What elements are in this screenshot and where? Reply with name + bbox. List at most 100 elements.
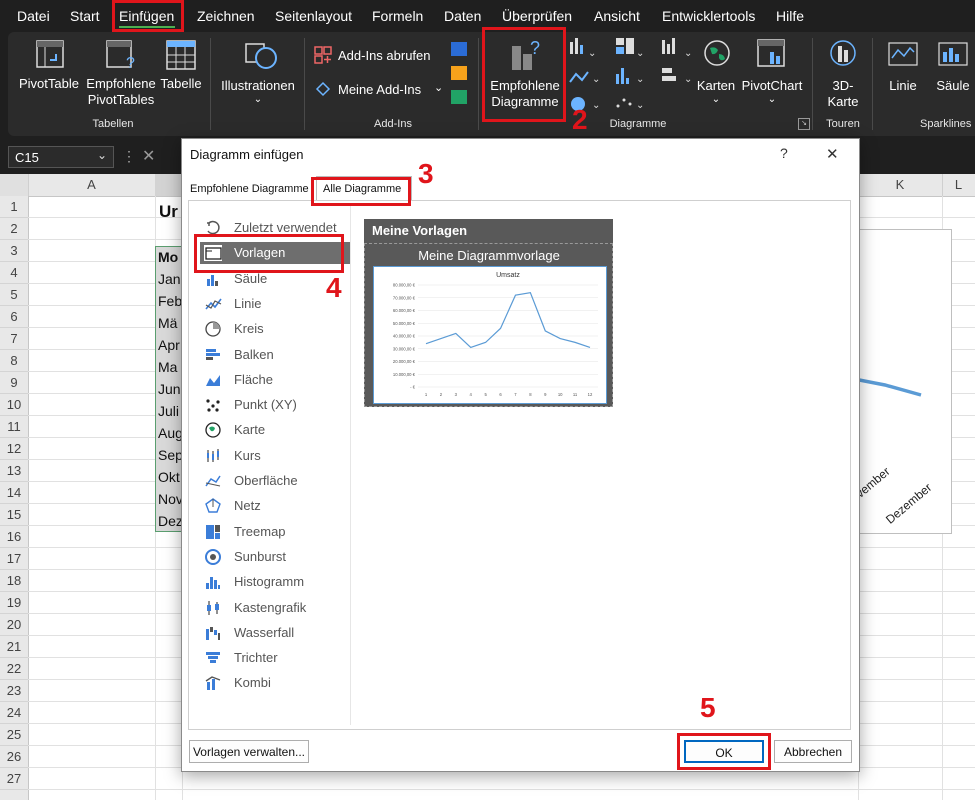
pivotchart-button[interactable]: PivotChart ⌄ <box>740 38 804 114</box>
chart-type-item[interactable]: Karte <box>200 419 350 441</box>
chart-type-item[interactable]: Histogramm <box>200 571 350 593</box>
name-box[interactable]: C15 ⌄ <box>8 146 114 168</box>
row-header[interactable]: 10 <box>0 394 28 416</box>
row-header[interactable]: 21 <box>0 636 28 658</box>
data-cell[interactable]: Apr <box>158 337 182 353</box>
row-header[interactable]: 15 <box>0 504 28 526</box>
data-cell[interactable]: Aug <box>158 425 182 441</box>
get-addins-label: Add-Ins abrufen <box>338 48 431 63</box>
row-header[interactable]: 5 <box>0 284 28 306</box>
data-cell[interactable]: Mä <box>158 315 182 331</box>
data-range[interactable]: Mo Jan Feb Mä Apr Ma Jun Juli Aug Sep Okt Nov Dez <box>155 246 182 532</box>
tab-recommended-charts[interactable]: Empfohlene Diagramme <box>190 183 309 195</box>
row-header[interactable]: 12 <box>0 438 28 460</box>
row-header[interactable]: 23 <box>0 680 28 702</box>
table-button[interactable]: Tabelle <box>156 38 206 108</box>
row-header[interactable]: 27 <box>0 768 28 790</box>
row-header[interactable]: 3 <box>0 240 28 262</box>
data-cell[interactable]: Jan <box>158 271 182 287</box>
column-header-a[interactable]: A <box>28 174 156 196</box>
data-cell[interactable]: Juli <box>158 403 182 419</box>
row-header[interactable]: 4 <box>0 262 28 284</box>
data-cell[interactable]: Sep <box>158 447 182 463</box>
row-header[interactable]: 13 <box>0 460 28 482</box>
data-cell[interactable]: Jun <box>158 381 182 397</box>
row-header[interactable]: 6 <box>0 306 28 328</box>
menu-ansicht[interactable]: Ansicht <box>594 0 640 32</box>
chart-type-item[interactable]: Balken <box>200 344 350 366</box>
row-header[interactable]: 19 <box>0 592 28 614</box>
chart-type-buttons[interactable]: ⌄ ⌄ ⌄ ⌄ ⌄ ⌄ ⌄ ⌄ <box>566 36 696 112</box>
row-header[interactable]: 22 <box>0 658 28 680</box>
maps-button[interactable]: Karten ⌄ <box>694 38 738 114</box>
illustrations-button[interactable]: Illustrationen ⌄ <box>216 38 300 108</box>
help-button[interactable]: ? <box>780 145 788 161</box>
row-header[interactable]: 16 <box>0 526 28 548</box>
chart-type-item[interactable]: Sunburst <box>200 546 350 568</box>
select-all-corner[interactable] <box>0 174 29 196</box>
row-header[interactable]: 1 <box>0 196 28 218</box>
row-header[interactable]: 11 <box>0 416 28 438</box>
menu-hilfe[interactable]: Hilfe <box>776 0 804 32</box>
row-header[interactable]: 20 <box>0 614 28 636</box>
data-cell[interactable]: Ma <box>158 359 182 375</box>
chart-type-item[interactable]: Netz <box>200 495 350 517</box>
dialog-launcher-icon[interactable]: ↘ <box>798 118 810 130</box>
chart-type-label: Trichter <box>234 650 278 666</box>
chart-type-item[interactable]: Wasserfall <box>200 622 350 644</box>
template-thumbnail[interactable]: Meine Diagrammvorlage Umsatz 80.000,00 € 7… <box>364 243 613 407</box>
column-header-k[interactable]: K <box>858 174 943 196</box>
chart-type-item[interactable]: Punkt (XY) <box>200 394 350 416</box>
annotation-box-5 <box>677 733 771 770</box>
sparkline-line-button[interactable]: Linie <box>878 38 928 114</box>
row-header[interactable]: 14 <box>0 482 28 504</box>
column-header-l[interactable]: L <box>942 174 975 196</box>
row-header[interactable]: 17 <box>0 548 28 570</box>
menu-entwicklertools[interactable]: Entwicklertools <box>662 0 755 32</box>
cancel-button[interactable]: Abbrechen <box>774 740 852 763</box>
chart-type-item[interactable]: Treemap <box>200 521 350 543</box>
row-header[interactable]: 8 <box>0 350 28 372</box>
sparkline-column-button[interactable]: Säule <box>928 38 975 114</box>
row-header[interactable]: 24 <box>0 702 28 724</box>
manage-templates-button[interactable]: Vorlagen verwalten... <box>189 740 309 763</box>
cancel-formula-icon[interactable]: ✕ <box>142 146 155 166</box>
data-cell[interactable]: Mo <box>158 249 182 265</box>
chart-type-item[interactable]: Kurs <box>200 445 350 467</box>
row-header[interactable]: 18 <box>0 570 28 592</box>
menu-start[interactable]: Start <box>70 0 100 32</box>
menu-seitenlayout[interactable]: Seitenlayout <box>275 0 352 32</box>
row-header[interactable]: 25 <box>0 724 28 746</box>
row-header[interactable]: 26 <box>0 746 28 768</box>
menu-daten[interactable]: Daten <box>444 0 481 32</box>
chart-type-item[interactable]: Oberfläche <box>200 470 350 492</box>
chart-type-item[interactable]: Fläche <box>200 369 350 391</box>
chart-type-item[interactable]: Kastengrafik <box>200 597 350 619</box>
sheet-chart[interactable]: vember Dezember <box>848 229 952 534</box>
data-cell[interactable]: Dez <box>158 513 182 529</box>
menu-datei[interactable]: Datei <box>17 0 50 32</box>
get-addins-button[interactable]: Add-Ins abrufen <box>312 44 442 68</box>
svg-text:⌄: ⌄ <box>588 48 596 59</box>
chart-type-item[interactable]: Trichter <box>200 647 350 669</box>
menu-zeichnen[interactable]: Zeichnen <box>197 0 255 32</box>
column-header-c[interactable] <box>155 174 183 196</box>
chart-type-item[interactable]: Kombi <box>200 672 350 694</box>
close-button[interactable]: ✕ <box>826 145 839 163</box>
3d-map-button[interactable]: 3D- Karte <box>818 38 868 114</box>
chart-type-item[interactable]: Kreis <box>200 318 350 340</box>
addin-app-icons[interactable] <box>450 40 468 106</box>
sparkline-line-icon <box>888 42 918 66</box>
data-cell[interactable]: Nov <box>158 491 182 507</box>
row-header[interactable]: 7 <box>0 328 28 350</box>
recommended-pivot-label-2: PivotTables <box>87 92 155 107</box>
pivottable-button[interactable]: PivotTable <box>18 38 80 108</box>
recommended-pivottables-button[interactable]: ? Empfohlene PivotTables <box>86 38 156 108</box>
menu-formeln[interactable]: Formeln <box>372 0 423 32</box>
row-header[interactable]: 9 <box>0 372 28 394</box>
data-cell[interactable]: Okt <box>158 469 182 485</box>
separator <box>478 38 479 130</box>
data-cell[interactable]: Feb <box>158 293 182 309</box>
my-addins-button[interactable]: Meine Add-Ins ⌄ <box>312 78 446 102</box>
row-header[interactable]: 2 <box>0 218 28 240</box>
